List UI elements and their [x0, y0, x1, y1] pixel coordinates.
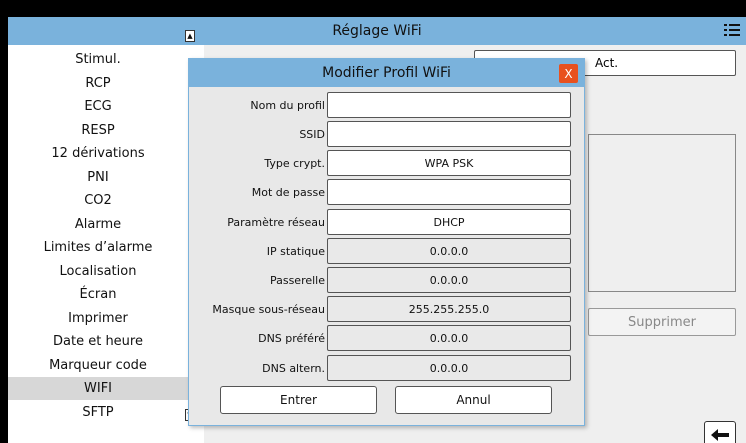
sidebar-item-pni[interactable]: PNI — [8, 166, 188, 189]
field-label: DNS préféré — [258, 331, 325, 345]
ssid-input[interactable] — [327, 121, 571, 147]
menu-icon[interactable] — [724, 23, 740, 38]
sidebar-item-marqueur-code[interactable]: Marqueur code — [8, 354, 188, 377]
sidebar-item-co2[interactable]: CO2 — [8, 189, 188, 212]
field-row-subnet-mask: Masque sous-réseau 255.255.255.0 — [189, 296, 586, 322]
close-icon: X — [564, 66, 573, 81]
static-ip-field: 0.0.0.0 — [327, 238, 571, 264]
password-input[interactable] — [327, 179, 571, 205]
sidebar-item-imprimer[interactable]: Imprimer — [8, 307, 188, 330]
scroll-up-icon[interactable]: ▲ — [185, 30, 195, 42]
window-title: Réglage WiFi — [332, 23, 422, 39]
field-row-encryption: Type crypt. WPA PSK — [189, 150, 586, 176]
sidebar-item-localisation[interactable]: Localisation — [8, 260, 188, 283]
back-arrow-icon — [711, 428, 729, 441]
delete-button[interactable]: Supprimer — [588, 308, 736, 336]
field-label: IP statique — [266, 244, 325, 258]
field-label: Type crypt. — [264, 156, 325, 170]
sidebar-item-date-heure[interactable]: Date et heure — [8, 330, 188, 353]
title-bar: Réglage WiFi — [8, 17, 746, 45]
encryption-type-select[interactable]: WPA PSK — [327, 150, 571, 176]
field-row-alternate-dns: DNS altern. 0.0.0.0 — [189, 355, 586, 381]
sidebar-item-alarme[interactable]: Alarme — [8, 213, 188, 236]
sidebar-item-resp[interactable]: RESP — [8, 119, 188, 142]
preferred-dns-field: 0.0.0.0 — [327, 325, 571, 351]
field-row-static-ip: IP statique 0.0.0.0 — [189, 238, 586, 264]
sidebar-item-sftp[interactable]: SFTP — [8, 401, 188, 424]
field-row-network-setting: Paramètre réseau DHCP — [189, 209, 586, 235]
sidebar-item-12-derivations[interactable]: 12 dérivations — [8, 142, 188, 165]
field-row-preferred-dns: DNS préféré 0.0.0.0 — [189, 325, 586, 351]
dialog-title-bar: Modifier Profil WiFi X — [189, 59, 584, 87]
close-button[interactable]: X — [559, 64, 578, 83]
field-row-profile-name: Nom du profil — [189, 92, 586, 118]
network-setting-select[interactable]: DHCP — [327, 209, 571, 235]
field-row-gateway: Passerelle 0.0.0.0 — [189, 267, 586, 293]
settings-sidebar: Stimul. RCP ECG RESP 12 dérivations PNI … — [8, 45, 188, 443]
field-label: Paramètre réseau — [227, 215, 325, 229]
cancel-button[interactable]: Annul — [395, 386, 552, 414]
profile-name-input[interactable] — [327, 92, 571, 118]
enter-button[interactable]: Entrer — [220, 386, 377, 414]
field-row-ssid: SSID — [189, 121, 586, 147]
field-row-password: Mot de passe — [189, 179, 586, 205]
sidebar-item-ecg[interactable]: ECG — [8, 95, 188, 118]
sidebar-item-wifi[interactable]: WIFI — [8, 377, 188, 400]
sidebar-item-limites-alarme[interactable]: Limites d’alarme — [8, 236, 188, 259]
back-button[interactable] — [704, 421, 736, 443]
dialog-title: Modifier Profil WiFi — [322, 65, 451, 81]
sidebar-item-stimul[interactable]: Stimul. — [8, 48, 188, 71]
field-label: Nom du profil — [250, 98, 325, 112]
field-label: Masque sous-réseau — [212, 302, 325, 316]
subnet-mask-field: 255.255.255.0 — [327, 296, 571, 322]
alternate-dns-field: 0.0.0.0 — [327, 355, 571, 381]
field-label: DNS altern. — [262, 361, 325, 375]
field-label: Passerelle — [269, 273, 325, 287]
sidebar-item-ecran[interactable]: Écran — [8, 283, 188, 306]
profile-list-box — [588, 134, 736, 292]
field-label: Mot de passe — [251, 185, 325, 199]
field-label: SSID — [299, 127, 325, 141]
sidebar-item-rcp[interactable]: RCP — [8, 72, 188, 95]
edit-wifi-profile-dialog: Modifier Profil WiFi X Nom du profil SSI… — [188, 58, 585, 426]
gateway-field: 0.0.0.0 — [327, 267, 571, 293]
